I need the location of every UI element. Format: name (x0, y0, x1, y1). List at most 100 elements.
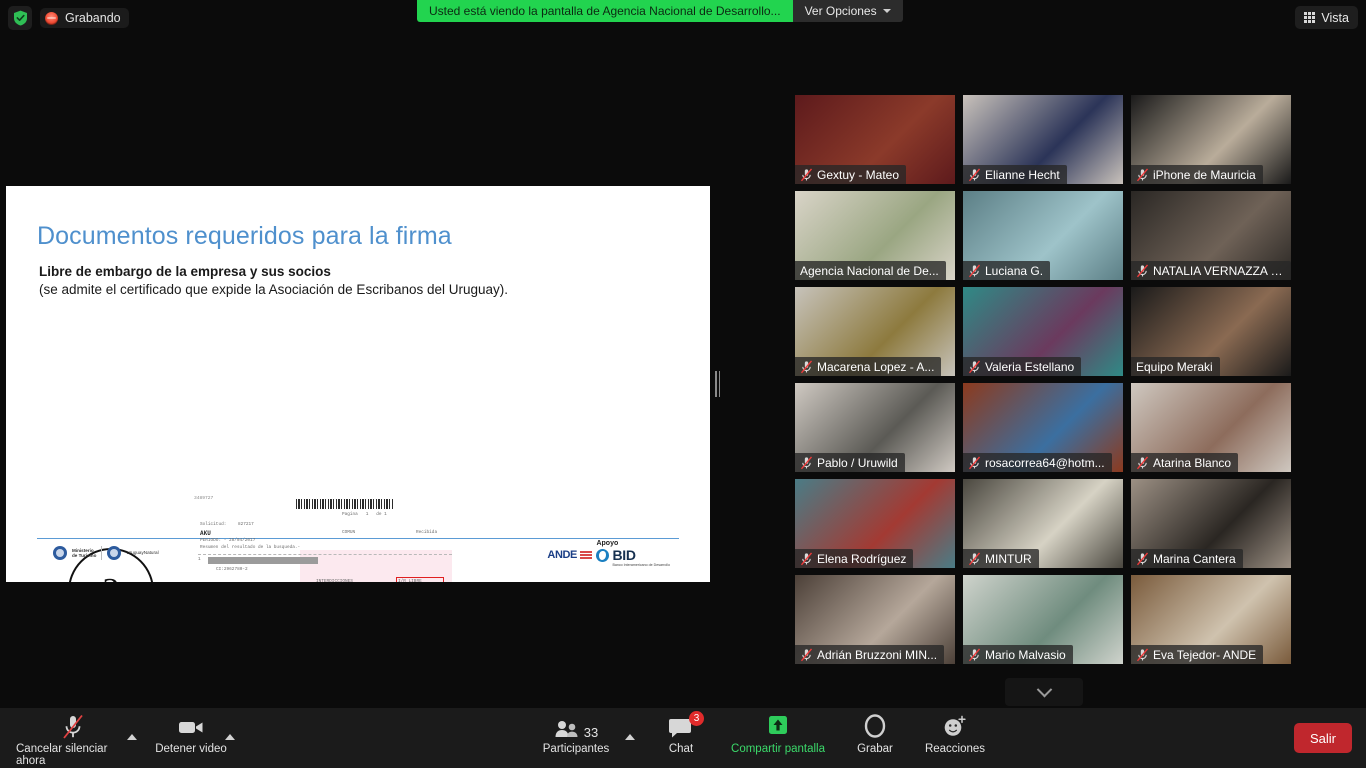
slide-subtitle-bold: Libre de embargo de la empresa y sus soc… (39, 264, 331, 279)
bid-logo: Apoyo BID Banco Interamericano de Desarr… (596, 540, 670, 567)
participant-name-bar: Atarina Blanco (1131, 453, 1239, 472)
participant-tile[interactable]: Elena Rodríguez (795, 479, 955, 568)
ande-logo-text: ANDE (547, 549, 577, 561)
participant-tile[interactable]: Adrián Bruzzoni MIN... (795, 575, 955, 664)
doc-code: AKU (200, 530, 211, 537)
leave-meeting-button[interactable]: Salir (1293, 723, 1352, 753)
participant-name: Atarina Blanco (1153, 455, 1232, 470)
participant-tile[interactable]: rosacorrea64@hotm... (963, 383, 1123, 472)
recording-dot-icon (45, 11, 58, 25)
mute-button-label: Cancelar silenciar ahora (16, 743, 108, 767)
microphone-muted-icon (968, 456, 981, 469)
participant-tile[interactable]: Agencia Nacional de De... (795, 191, 955, 280)
ande-bars-icon (580, 551, 592, 559)
reactions-button[interactable]: Reacciones (910, 714, 1000, 755)
screen-share-banner: Usted está viendo la pantalla de Agencia… (417, 0, 903, 22)
recording-indicator[interactable]: Grabando (40, 8, 129, 28)
ministry-line2: de Turismo (72, 553, 97, 558)
microphone-muted-icon (1136, 168, 1149, 181)
share-resize-handle[interactable] (713, 368, 722, 400)
participant-name: Luciana G. (985, 263, 1044, 278)
doc-page-line: Pagina 1 de 1 (342, 512, 387, 517)
chat-label: Chat (668, 743, 694, 755)
microphone-muted-icon (968, 360, 981, 373)
gallery-expand-button[interactable] (1005, 678, 1083, 706)
share-screen-label: Compartir pantalla (731, 743, 825, 755)
participant-name-bar: Equipo Meraki (1131, 357, 1220, 376)
share-banner-text: Usted está viendo la pantalla de Agencia… (417, 0, 793, 22)
ministry-logo-text: Ministerio de Turismo (72, 548, 96, 559)
participant-name-bar: MINTUR (963, 549, 1039, 568)
participant-tile[interactable]: Luciana G. (963, 191, 1123, 280)
participant-tile[interactable]: iPhone de Mauricia (1131, 95, 1291, 184)
shared-screen-slide[interactable]: Documentos requeridos para la firma Libr… (6, 186, 710, 582)
ministry-line1: Ministerio (72, 547, 94, 553)
view-options-button[interactable]: Ver Opciones (792, 0, 903, 22)
participants-options-caret[interactable] (620, 714, 640, 740)
ministry-logo: Ministerio de Turismo UruguayNatural (53, 546, 159, 560)
bid-apoyo-text: Apoyo (596, 540, 619, 547)
participant-tile[interactable]: NATALIA VERNAZZA -... (1131, 191, 1291, 280)
view-layout-button[interactable]: Vista (1295, 6, 1358, 29)
participant-name-bar: Elena Rodríguez (795, 549, 914, 568)
microphone-muted-icon (968, 552, 981, 565)
participants-count: 33 (583, 725, 599, 740)
participant-tile[interactable]: Gextuy - Mateo (795, 95, 955, 184)
participant-tile[interactable]: Valeria Estellano (963, 287, 1123, 376)
view-button-label: Vista (1321, 10, 1349, 25)
ministry-emblem-icon (53, 546, 67, 560)
participant-tile[interactable]: Equipo Meraki (1131, 287, 1291, 376)
microphone-muted-icon (800, 552, 813, 565)
participant-name: Macarena Lopez - A... (817, 359, 935, 374)
microphone-muted-icon (1136, 264, 1149, 277)
participant-name: NATALIA VERNAZZA -... (1153, 263, 1284, 278)
participant-gallery: Gextuy - Mateo Elianne Hecht iPhone de Mau… (795, 95, 1291, 673)
record-circle-icon (863, 714, 887, 740)
chat-button[interactable]: 3 Chat (655, 711, 707, 755)
participant-name: Mario Malvasio (985, 647, 1066, 662)
record-label: Grabar (857, 743, 893, 755)
participant-name: iPhone de Mauricia (1153, 167, 1256, 182)
participant-name: rosacorrea64@hotm... (985, 455, 1105, 470)
microphone-muted-icon (1136, 456, 1149, 469)
uruguay-emblem-icon (107, 546, 122, 560)
doc-type: COMUN (342, 530, 356, 535)
uruguay-brand-text: UruguayNatural (126, 550, 159, 556)
participant-name: Elianne Hecht (985, 167, 1060, 182)
participant-tile[interactable]: Eva Tejedor- ANDE (1131, 575, 1291, 664)
participant-name-bar: Valeria Estellano (963, 357, 1082, 376)
microphone-muted-icon (1136, 552, 1149, 565)
participant-tile[interactable]: Atarina Blanco (1131, 383, 1291, 472)
participant-tile[interactable]: Macarena Lopez - A... (795, 287, 955, 376)
bid-logo-text: BID (612, 547, 636, 563)
shield-check-icon[interactable] (8, 6, 32, 30)
ande-logo: ANDE (547, 549, 592, 561)
audio-options-caret[interactable] (122, 714, 142, 740)
share-screen-button[interactable]: Compartir pantalla (718, 714, 838, 755)
shield-check-glyph (13, 10, 28, 26)
doc-redaction (208, 557, 318, 564)
zoom-meeting-window: Grabando Usted está viendo la pantalla d… (0, 0, 1366, 768)
participant-name-bar: iPhone de Mauricia (1131, 165, 1263, 184)
video-options-caret[interactable] (220, 714, 240, 740)
doc-entry-interdicciones: INTERDICCIONES (316, 579, 353, 582)
microphone-muted-icon (800, 648, 813, 661)
doc-entry-ci: CI:2962780-2 (216, 567, 248, 572)
participant-name-bar: Macarena Lopez - A... (795, 357, 942, 376)
participant-name: Gextuy - Mateo (817, 167, 900, 182)
participant-tile[interactable]: Pablo / Uruwild (795, 383, 955, 472)
record-button[interactable]: Grabar (845, 714, 905, 755)
share-screen-up-arrow-icon (765, 714, 791, 740)
participants-button[interactable]: 33 Participantes (536, 714, 616, 755)
participant-tile[interactable]: Marina Cantera (1131, 479, 1291, 568)
microphone-muted-icon (61, 714, 85, 740)
mute-button[interactable]: Cancelar silenciar ahora (16, 714, 130, 767)
doc-serial: 3489727 (194, 496, 214, 501)
participant-tile[interactable]: MINTUR (963, 479, 1123, 568)
participant-tile[interactable]: Elianne Hecht (963, 95, 1123, 184)
participant-tile[interactable]: Mario Malvasio (963, 575, 1123, 664)
participant-name-bar: Marina Cantera (1131, 549, 1243, 568)
doc-summary: Resumen del resultado de la busqueda.- (200, 545, 301, 550)
microphone-muted-icon (1136, 648, 1149, 661)
doc-barcode-icon (296, 499, 394, 509)
